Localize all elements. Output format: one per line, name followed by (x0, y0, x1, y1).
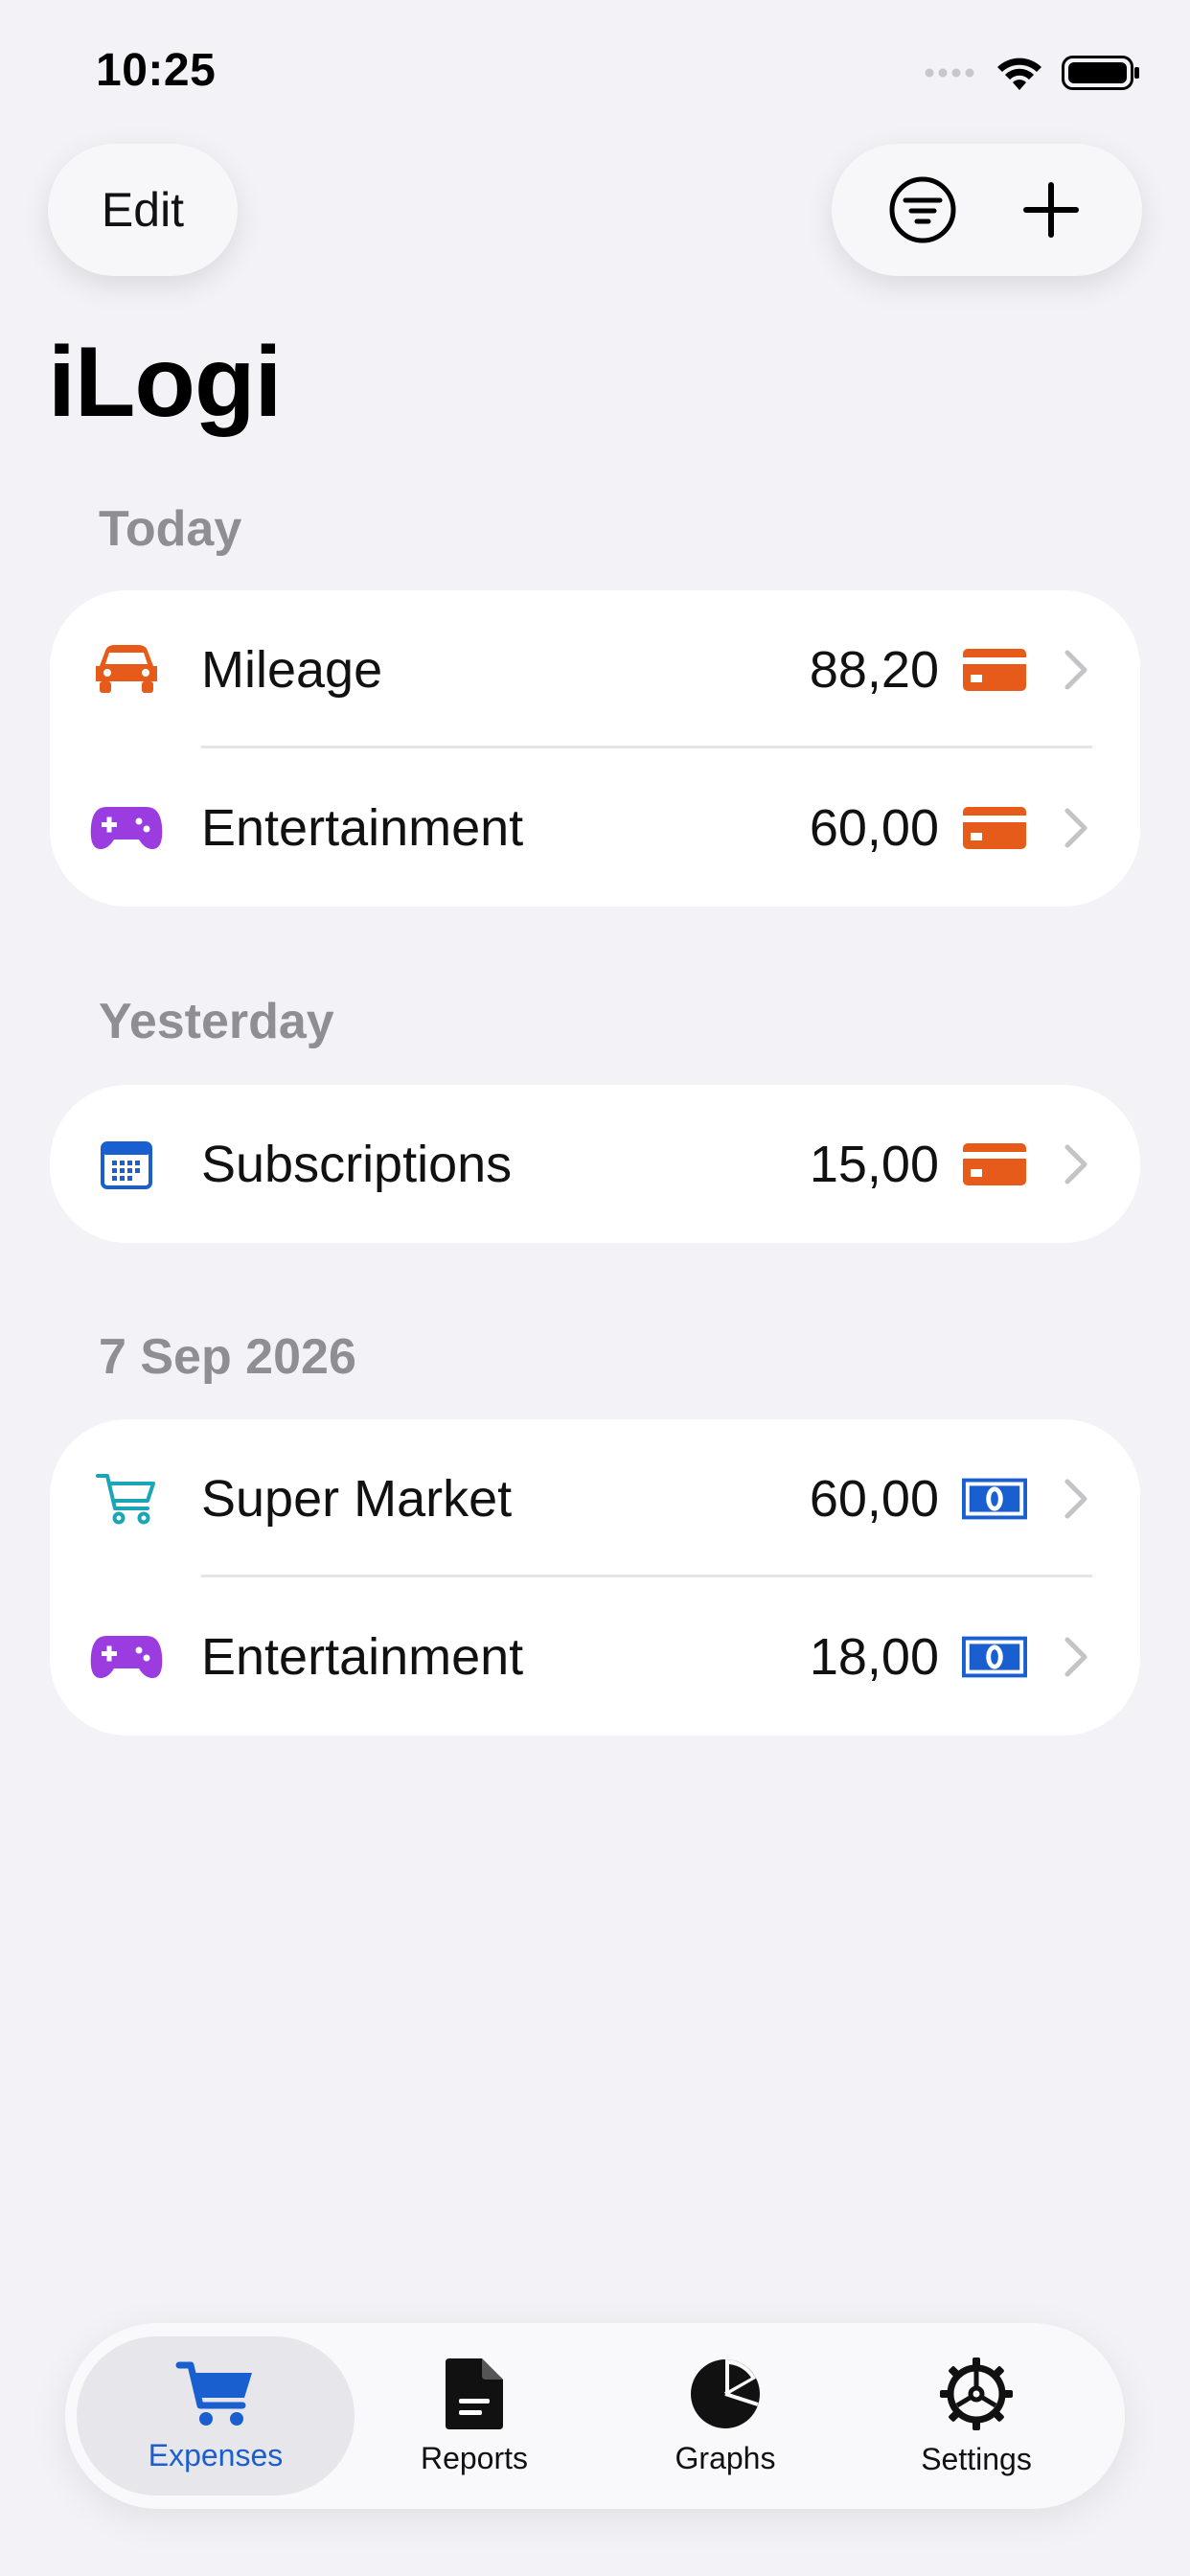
plus-icon (1023, 182, 1079, 238)
expense-row[interactable]: Entertainment 18,00 (50, 1577, 1140, 1736)
expense-category: Mileage (201, 640, 383, 699)
section-header-yesterday: Yesterday (99, 994, 334, 1049)
gamecontroller-icon (88, 1619, 165, 1695)
edit-button-label: Edit (101, 183, 185, 237)
expense-row[interactable]: Subscriptions 15,00 (50, 1085, 1140, 1243)
expense-category: Subscriptions (201, 1135, 513, 1193)
expense-group-yesterday: Subscriptions 15,00 (50, 1085, 1140, 1243)
tab-bar: Expenses Reports Graphs Settings (65, 2323, 1125, 2509)
chevron-right-icon (1064, 1144, 1087, 1184)
cart-icon (175, 2361, 252, 2426)
expense-category: Entertainment (201, 1627, 524, 1686)
calendar-icon (88, 1126, 165, 1203)
tab-graphs[interactable]: Graphs (586, 2336, 864, 2496)
expense-row[interactable]: Entertainment 60,00 (50, 748, 1140, 907)
status-time: 10:25 (96, 45, 217, 96)
tab-label: Settings (921, 2441, 1032, 2476)
expense-group-today: Mileage 88,20 Entertainment 60,00 (50, 590, 1140, 907)
chevron-right-icon (1064, 808, 1087, 847)
car-icon (88, 632, 165, 708)
cellular-signal-icon (925, 68, 974, 78)
tab-reports[interactable]: Reports (335, 2336, 613, 2496)
expense-amount: 88,20 (809, 640, 939, 699)
expense-row[interactable]: Super Market 60,00 (50, 1419, 1140, 1577)
status-icons (924, 54, 1140, 92)
expense-category: Super Market (201, 1469, 513, 1528)
card-icon (962, 648, 1027, 691)
wifi-icon (997, 58, 1041, 90)
chevron-right-icon (1064, 1479, 1087, 1518)
cart-icon (88, 1460, 165, 1537)
chevron-right-icon (1064, 1637, 1087, 1676)
battery-icon (1062, 56, 1139, 90)
gear-icon (940, 2357, 1013, 2430)
toolbar-actions (832, 144, 1142, 276)
chevron-right-icon (1064, 650, 1087, 689)
expense-amount: 60,00 (809, 1469, 939, 1528)
gamecontroller-icon (88, 790, 165, 866)
expense-amount: 15,00 (809, 1135, 939, 1193)
cash-icon (962, 1636, 1027, 1678)
tab-label: Graphs (675, 2440, 776, 2475)
expenses-screen: 10:25 Edit iLogi Today Mileage 88,20 Ent… (0, 0, 1190, 2576)
expense-category: Entertainment (201, 798, 524, 857)
section-header-today: Today (99, 501, 242, 557)
page-title: iLogi (48, 327, 282, 438)
expense-group-sep-7: Super Market 60,00 Entertainment 18,00 (50, 1419, 1140, 1736)
filter-icon (889, 176, 956, 243)
tab-settings[interactable]: Settings (837, 2336, 1115, 2496)
card-icon (962, 806, 1027, 849)
cash-icon (962, 1478, 1027, 1520)
edit-button[interactable]: Edit (48, 144, 238, 276)
tab-label: Reports (420, 2440, 529, 2475)
expense-amount: 60,00 (809, 798, 939, 857)
tab-label: Expenses (148, 2437, 284, 2472)
expense-amount: 18,00 (809, 1627, 939, 1686)
filter-button[interactable] (875, 162, 971, 258)
card-icon (962, 1142, 1027, 1185)
piechart-icon (691, 2358, 760, 2428)
add-expense-button[interactable] (1003, 162, 1099, 258)
document-icon (446, 2358, 503, 2429)
section-header-date: 7 Sep 2026 (99, 1329, 356, 1385)
expense-row[interactable]: Mileage 88,20 (50, 590, 1140, 748)
tab-expenses[interactable]: Expenses (77, 2336, 355, 2496)
